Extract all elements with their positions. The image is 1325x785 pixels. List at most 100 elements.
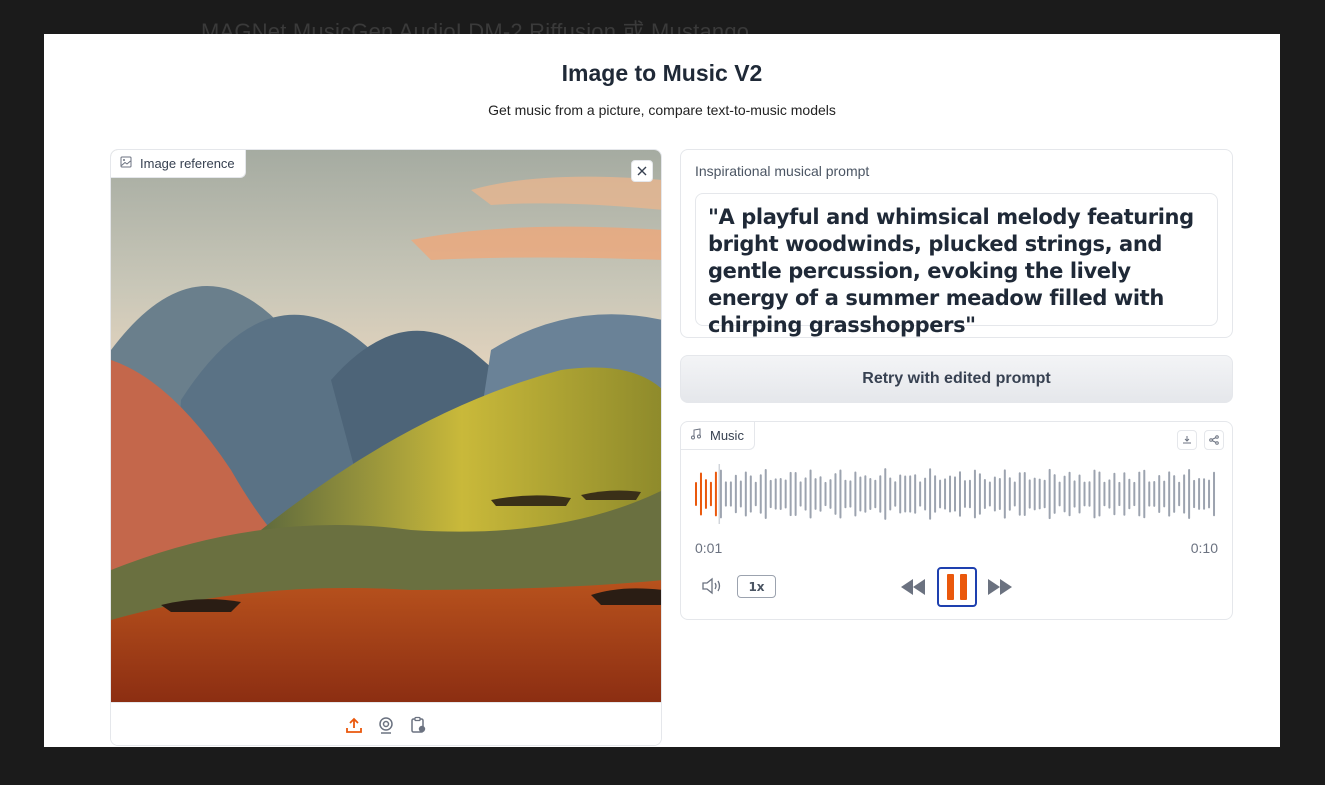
waveform-bar	[709, 481, 712, 507]
waveform-bar	[998, 477, 1001, 511]
playback-speed-button[interactable]: 1x	[737, 575, 776, 598]
waveform-bar	[699, 472, 702, 516]
waveform-bar	[864, 475, 867, 513]
waveform-bar	[958, 471, 961, 517]
upload-icon[interactable]	[344, 715, 364, 735]
prompt-panel: Inspirational musical prompt "A playful …	[680, 149, 1233, 338]
share-button[interactable]	[1204, 430, 1224, 450]
waveform-bar	[914, 474, 917, 514]
waveform-bar	[954, 476, 957, 512]
retry-button[interactable]: Retry with edited prompt	[680, 355, 1233, 403]
waveform-bar	[1123, 472, 1126, 516]
waveform-bar	[1153, 481, 1156, 507]
waveform-bar	[764, 468, 767, 520]
waveform-bar	[1008, 477, 1011, 511]
waveform-bar	[724, 481, 727, 507]
playback-controls: 1x	[681, 567, 1232, 607]
waveform-bar	[1138, 471, 1141, 517]
waveform-bar	[839, 469, 842, 519]
waveform-bar	[784, 479, 787, 509]
page-title: Image to Music V2	[561, 60, 763, 86]
share-icon	[1209, 435, 1219, 445]
pause-button[interactable]	[937, 567, 977, 607]
waveform-bar	[1098, 471, 1101, 517]
waveform-bar	[859, 476, 862, 512]
current-time: 0:01	[695, 540, 723, 556]
waveform-bar	[794, 472, 797, 516]
waveform-bar	[1188, 469, 1191, 519]
waveform-bar	[939, 479, 942, 509]
waveform-bar	[963, 480, 966, 508]
waveform-bar	[844, 479, 847, 509]
waveform-bar	[968, 479, 971, 509]
waveform-bar	[1148, 481, 1151, 507]
waveform-bar	[1133, 481, 1136, 507]
waveform-bar	[1163, 480, 1166, 508]
waveform-bar	[849, 480, 852, 508]
waveform-bar	[1038, 478, 1041, 510]
waveform-bar	[983, 478, 986, 509]
music-label: Music	[681, 422, 755, 450]
waveform-playhead	[718, 464, 721, 524]
waveform-bar	[1193, 479, 1196, 509]
waveform-bar	[804, 477, 807, 511]
waveform-bar	[1003, 469, 1006, 519]
waveform-bar	[973, 469, 976, 519]
waveform-bar	[1143, 469, 1146, 519]
waveform-bar	[934, 475, 937, 513]
waveform-bar	[988, 481, 991, 507]
waveform-bar	[1203, 478, 1206, 510]
waveform-bar	[704, 479, 707, 509]
waveform-bar	[1173, 475, 1176, 513]
page-subtitle: Get music from a picture, compare text-t…	[488, 102, 836, 118]
waveform-bar	[809, 469, 812, 519]
waveform-bar	[889, 477, 892, 511]
waveform-bar	[1058, 481, 1061, 507]
waveform-bar	[874, 479, 877, 509]
waveform-bar	[1023, 471, 1026, 517]
waveform-bar	[834, 473, 837, 515]
waveform-bar	[1013, 481, 1016, 507]
waveform-bar	[824, 481, 827, 507]
waveform-bar	[1078, 474, 1081, 514]
waveform-bar	[1053, 474, 1056, 514]
waveform-bar	[1208, 479, 1211, 509]
waveform-bar	[894, 481, 897, 507]
waveform-bar	[1198, 478, 1201, 510]
waveform-bar	[749, 475, 752, 513]
waveform-bar	[1158, 475, 1161, 513]
waveform-bar	[1103, 481, 1106, 507]
image-reference-label-text: Image reference	[140, 156, 235, 171]
audio-waveform[interactable]	[695, 464, 1218, 524]
clipboard-icon[interactable]	[408, 715, 428, 735]
waveform-bar	[869, 478, 872, 510]
waveform-bar	[1168, 471, 1171, 517]
music-note-icon	[690, 428, 702, 443]
webcam-icon[interactable]	[376, 715, 396, 735]
music-label-text: Music	[710, 428, 744, 443]
skip-backward-icon[interactable]	[899, 577, 927, 602]
waveform-bar	[759, 474, 762, 514]
waveform-bar	[909, 475, 912, 513]
waveform-bar	[929, 468, 932, 520]
reference-image	[111, 150, 661, 702]
image-source-toolbar	[111, 702, 661, 745]
download-button[interactable]	[1177, 430, 1197, 450]
waveform-bar	[744, 471, 747, 517]
waveform-bar	[1108, 479, 1111, 509]
waveform-bar	[799, 481, 802, 507]
clear-image-button[interactable]	[631, 160, 653, 182]
waveform-bar	[789, 471, 792, 517]
waveform-bar	[879, 475, 882, 513]
waveform-bar	[829, 479, 832, 509]
skip-forward-icon[interactable]	[986, 577, 1014, 602]
waveform-bar	[695, 482, 697, 506]
waveform-bar	[904, 475, 907, 513]
waveform-bar	[949, 475, 952, 513]
waveform-bar	[734, 474, 737, 514]
prompt-textbox[interactable]: "A playful and whimsical melody featurin…	[695, 193, 1218, 337]
volume-icon[interactable]	[701, 575, 727, 602]
duration: 0:10	[1190, 540, 1218, 556]
download-icon	[1183, 436, 1191, 444]
waveform-bar	[1213, 471, 1216, 517]
